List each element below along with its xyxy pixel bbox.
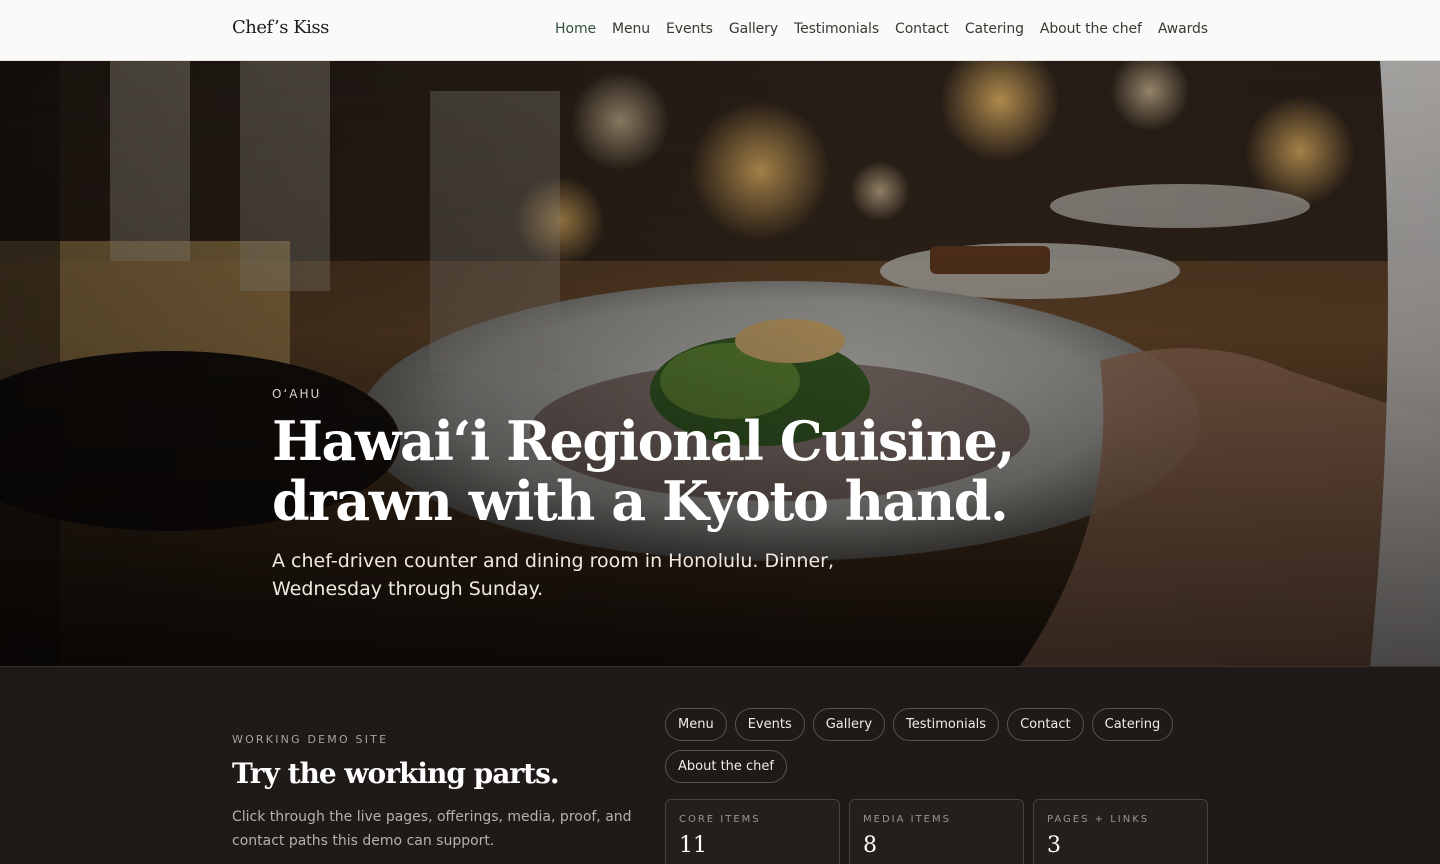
hero-subtitle: A chef-driven counter and dining room in… — [272, 550, 835, 600]
stat-value: 8 — [863, 833, 877, 858]
stat-card-pages-links: PAGES + LINKS 3 — [1033, 799, 1208, 864]
chip-about-the-chef[interactable]: About the chef — [665, 750, 787, 783]
nav-item-gallery[interactable]: Gallery — [729, 21, 778, 37]
nav-item-testimonials[interactable]: Testimonials — [794, 21, 879, 37]
brand-logo[interactable]: Chef’s Kiss — [232, 17, 329, 38]
nav-item-menu[interactable]: Menu — [612, 21, 650, 37]
working-demo-section: WORKING DEMO SITE Try the working parts.… — [0, 666, 1440, 864]
main-nav: Home Menu Events Gallery Testimonials Co… — [555, 21, 1208, 37]
nav-item-catering[interactable]: Catering — [965, 21, 1024, 37]
nav-item-contact[interactable]: Contact — [895, 21, 949, 37]
hero-eyebrow: O‘AHU — [272, 387, 322, 401]
stat-card-core-items: CORE ITEMS 11 — [665, 799, 840, 864]
chip-gallery[interactable]: Gallery — [812, 708, 886, 741]
stat-value: 3 — [1047, 833, 1061, 858]
stat-label: PAGES + LINKS — [1047, 814, 1150, 825]
stat-card-media-items: MEDIA ITEMS 8 — [849, 799, 1024, 864]
hero-content: O‘AHU Hawai‘i Regional Cuisine, drawn wi… — [272, 387, 1172, 603]
nav-item-awards[interactable]: Awards — [1158, 21, 1208, 37]
top-navigation-bar: Chef’s Kiss Home Menu Events Gallery Tes… — [0, 0, 1440, 61]
demo-stats: CORE ITEMS 11 MEDIA ITEMS 8 PAGES + LINK… — [665, 799, 1208, 864]
chip-contact[interactable]: Contact — [1007, 708, 1084, 741]
stat-value: 11 — [679, 833, 707, 858]
demo-eyebrow: WORKING DEMO SITE — [232, 733, 389, 746]
nav-item-events[interactable]: Events — [666, 21, 713, 37]
demo-title: Try the working parts. — [232, 757, 560, 790]
nav-item-about-the-chef[interactable]: About the chef — [1040, 21, 1142, 37]
chip-catering[interactable]: Catering — [1091, 708, 1174, 741]
nav-item-home[interactable]: Home — [555, 21, 596, 37]
stat-label: MEDIA ITEMS — [863, 814, 951, 825]
hero-section: O‘AHU Hawai‘i Regional Cuisine, drawn wi… — [0, 61, 1440, 666]
demo-description: Click through the live pages, offerings,… — [232, 809, 632, 849]
stat-label: CORE ITEMS — [679, 814, 761, 825]
demo-chip-links: Menu Events Gallery Testimonials Contact… — [665, 708, 1213, 783]
chip-events[interactable]: Events — [734, 708, 805, 741]
chip-menu[interactable]: Menu — [665, 708, 727, 741]
chip-testimonials[interactable]: Testimonials — [893, 708, 1000, 741]
hero-title: Hawai‘i Regional Cuisine, drawn with a K… — [272, 409, 1015, 533]
